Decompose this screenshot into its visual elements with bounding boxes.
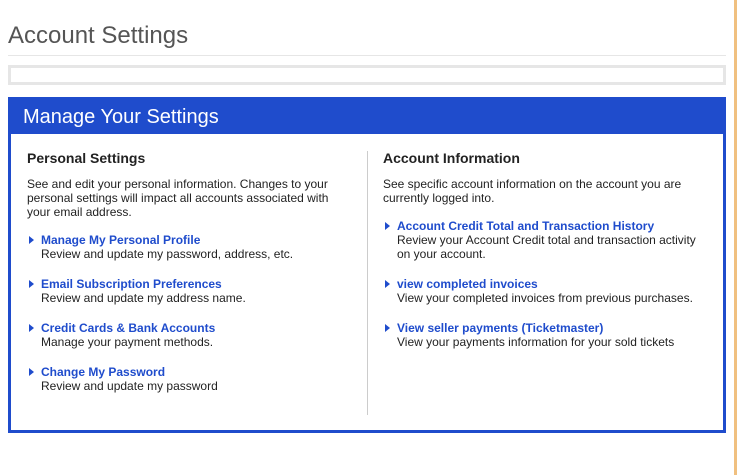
credit-cards-bank-accounts-link[interactable]: Credit Cards & Bank Accounts bbox=[41, 321, 347, 335]
change-password-link[interactable]: Change My Password bbox=[41, 365, 347, 379]
caret-right-icon bbox=[29, 236, 34, 244]
account-information-heading: Account Information bbox=[383, 150, 520, 166]
personal-settings-description: See and edit your personal information. … bbox=[27, 177, 329, 219]
list-item-change-password: Change My Password Review and update my … bbox=[27, 365, 347, 393]
list-item-seller-payments: View seller payments (Ticketmaster) View… bbox=[383, 321, 703, 349]
email-subscription-preferences-description: Review and update my address name. bbox=[41, 291, 246, 305]
view-completed-invoices-link[interactable]: view completed invoices bbox=[397, 277, 703, 291]
caret-right-icon bbox=[29, 280, 34, 288]
account-information-section: Account Information See specific account… bbox=[383, 149, 703, 365]
account-information-description: See specific account information on the … bbox=[383, 177, 682, 205]
settings-panel: Manage Your Settings Personal Settings S… bbox=[8, 97, 726, 433]
personal-settings-heading: Personal Settings bbox=[27, 150, 146, 166]
change-password-description: Review and update my password bbox=[41, 379, 218, 393]
email-subscription-preferences-link[interactable]: Email Subscription Preferences bbox=[41, 277, 347, 291]
notification-bar bbox=[8, 65, 726, 85]
panel-title: Manage Your Settings bbox=[23, 106, 219, 128]
manage-personal-profile-link[interactable]: Manage My Personal Profile bbox=[41, 233, 347, 247]
account-credit-history-description: Review your Account Credit total and tra… bbox=[397, 233, 696, 261]
view-completed-invoices-description: View your completed invoices from previo… bbox=[397, 291, 693, 305]
title-divider bbox=[8, 55, 726, 56]
list-item-account-credit: Account Credit Total and Transaction His… bbox=[383, 219, 703, 261]
view-seller-payments-link[interactable]: View seller payments (Ticketmaster) bbox=[397, 321, 703, 335]
caret-right-icon bbox=[385, 280, 390, 288]
credit-cards-bank-accounts-description: Manage your payment methods. bbox=[41, 335, 214, 349]
list-item-email-subscription: Email Subscription Preferences Review an… bbox=[27, 277, 347, 305]
column-divider bbox=[367, 151, 368, 415]
view-seller-payments-description: View your payments information for your … bbox=[397, 335, 675, 349]
panel-header: Manage Your Settings bbox=[11, 100, 723, 134]
caret-right-icon bbox=[385, 324, 390, 332]
caret-right-icon bbox=[29, 368, 34, 376]
list-item-personal-profile: Manage My Personal Profile Review and up… bbox=[27, 233, 347, 261]
list-item-credit-cards: Credit Cards & Bank Accounts Manage your… bbox=[27, 321, 347, 349]
manage-personal-profile-description: Review and update my password, address, … bbox=[41, 247, 294, 261]
caret-right-icon bbox=[29, 324, 34, 332]
personal-settings-section: Personal Settings See and edit your pers… bbox=[27, 149, 347, 409]
account-credit-history-link[interactable]: Account Credit Total and Transaction His… bbox=[397, 219, 703, 233]
caret-right-icon bbox=[385, 222, 390, 230]
list-item-completed-invoices: view completed invoices View your comple… bbox=[383, 277, 703, 305]
page-title: Account Settings bbox=[8, 22, 189, 49]
